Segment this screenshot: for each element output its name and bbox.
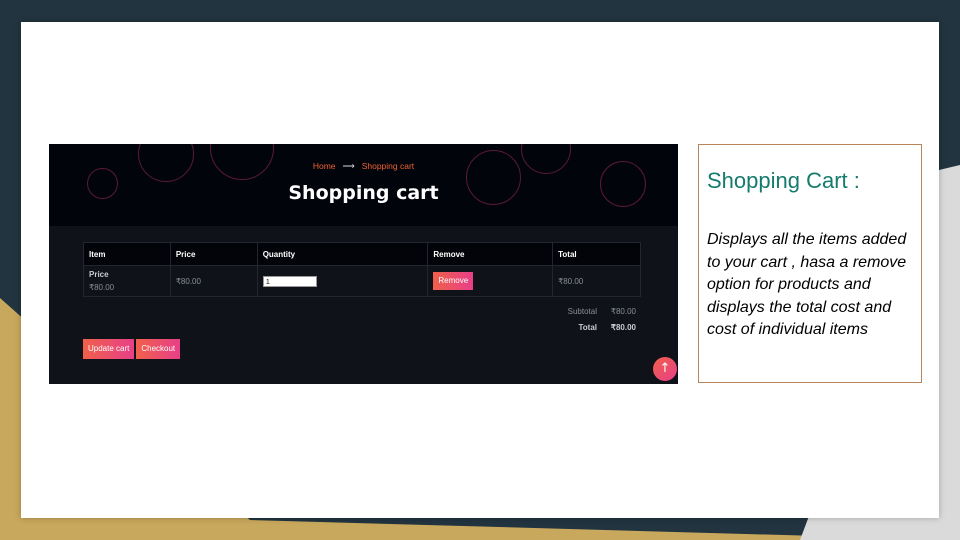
breadcrumb: Home ⟶ Shopping cart <box>49 161 678 172</box>
subtotal-label: Subtotal <box>567 307 597 316</box>
header-item: Item <box>83 242 171 266</box>
total-label: Total <box>578 323 597 332</box>
description-title: Shopping Cart : <box>707 168 860 193</box>
subtotal-value: ₹80.00 <box>610 307 636 316</box>
cart-screenshot: Home ⟶ Shopping cart Shopping cart Item Pr… <box>49 144 678 384</box>
page-title: Shopping cart <box>288 182 439 204</box>
checkout-button[interactable]: Checkout <box>136 339 181 359</box>
cell-quantity <box>256 265 429 297</box>
header-quantity: Quantity <box>256 242 429 266</box>
total-value: ₹80.00 <box>610 323 636 332</box>
cell-item: Price ₹80.00 <box>83 265 171 297</box>
description-box: Shopping Cart : Displays all the items a… <box>698 144 922 383</box>
item-name[interactable]: Price <box>89 270 165 279</box>
header-remove: Remove <box>427 242 554 266</box>
update-cart-button[interactable]: Update cart <box>83 339 135 359</box>
cell-total: ₹80.00 <box>552 265 641 297</box>
cell-price: ₹80.00 <box>169 265 258 297</box>
breadcrumb-home[interactable]: Home <box>313 161 336 171</box>
subtotal-row: Subtotal ₹80.00 <box>549 307 641 323</box>
arrow-right-icon: ⟶ <box>342 161 355 171</box>
arrow-up-icon: ↑ <box>659 361 671 376</box>
description-body: Displays all the items added to your car… <box>707 231 907 338</box>
header-price: Price <box>169 242 258 266</box>
cart-totals: Subtotal ₹80.00 Total ₹80.00 <box>549 307 641 339</box>
item-unit-price: ₹80.00 <box>89 283 115 292</box>
cell-remove: Remove <box>427 265 554 297</box>
scroll-top-button[interactable]: ↑ <box>653 357 677 381</box>
cart-table: Item Price Quantity Remove Total Price ₹… <box>83 242 641 297</box>
total-row: Total ₹80.00 <box>549 323 641 339</box>
header-total: Total <box>552 242 641 266</box>
quantity-input[interactable] <box>262 275 317 287</box>
hero-banner: Home ⟶ Shopping cart Shopping cart <box>49 144 678 226</box>
remove-button[interactable]: Remove <box>433 272 474 290</box>
breadcrumb-current: Shopping cart <box>361 161 415 171</box>
cart-actions: Update cart Checkout <box>83 336 182 359</box>
table-header-row: Item Price Quantity Remove Total <box>83 242 641 266</box>
table-row: Price ₹80.00 ₹80.00 Remove ₹80.00 <box>83 265 641 297</box>
